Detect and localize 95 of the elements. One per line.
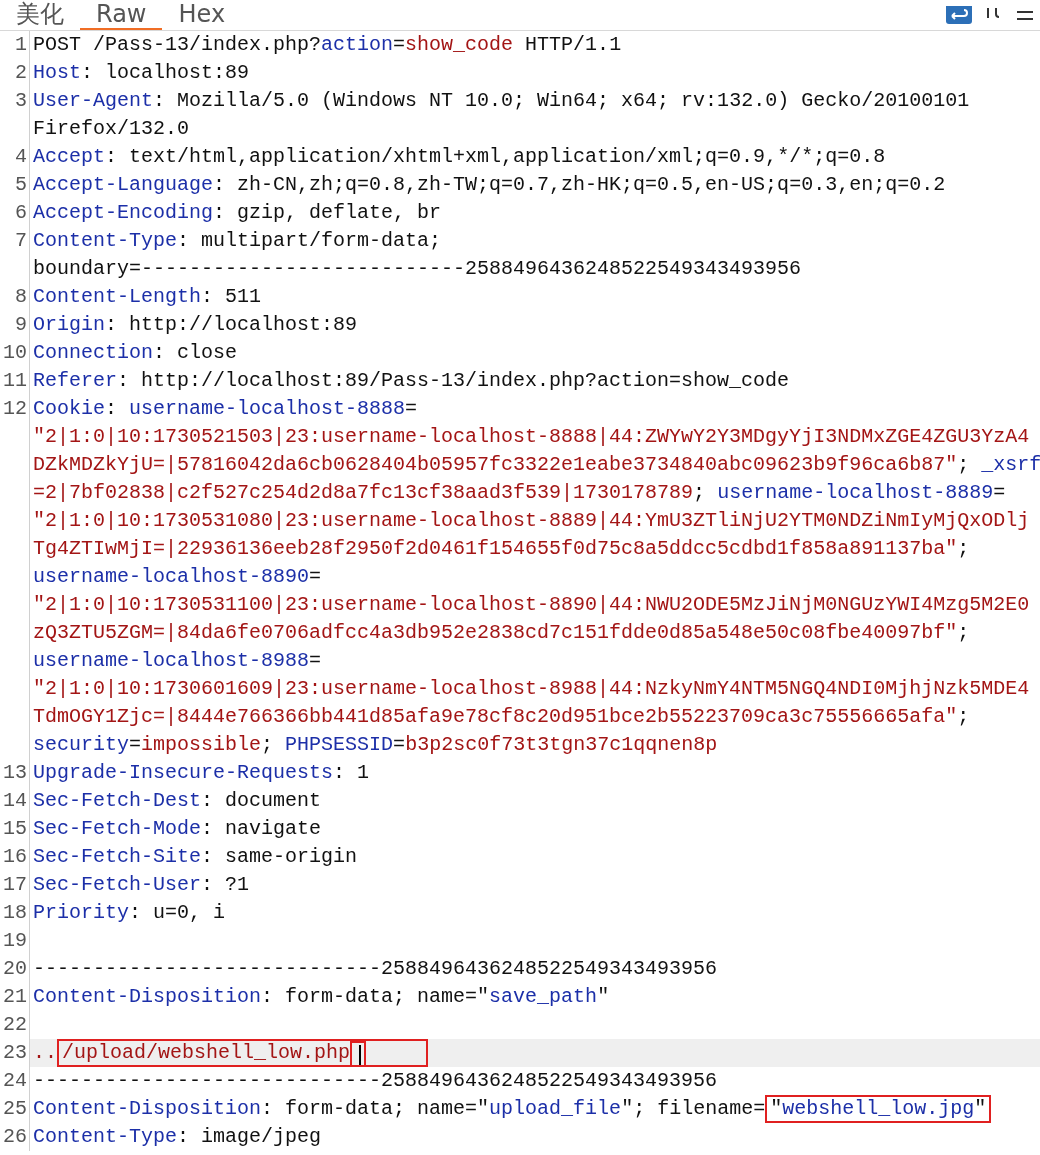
code-text: : 1 <box>333 761 370 784</box>
menu-icon[interactable] <box>1016 8 1034 22</box>
code-text: : Mozilla/5.0 (Windows NT 10.0; Win64; x64; rv:132.0) Gecko/20100101 <box>153 89 970 112</box>
code-text: ; <box>957 621 970 644</box>
code-keyword: Content-Type <box>33 1125 178 1148</box>
code-keyword: Content-Length <box>33 285 202 308</box>
code-text: = <box>129 733 142 756</box>
code-keyword: save_path <box>489 985 598 1008</box>
code-text: : document <box>201 789 322 812</box>
code-keyword: Content-Disposition <box>33 1097 262 1120</box>
code-text: " <box>597 985 610 1008</box>
code-keyword: Accept-Language <box>33 173 214 196</box>
code-keyword: Host <box>33 61 81 84</box>
code-text: ; <box>693 481 707 504</box>
code-value: show_code <box>405 33 514 56</box>
code-keyword: username-localhost-8888 <box>129 397 406 420</box>
code-text: : http://localhost:89/Pass-13/index.php?action=show_code <box>117 369 790 392</box>
code-keyword: Origin <box>33 313 105 336</box>
code-value: b3p2sc0f73t3tgn37c1qqnen8p <box>405 733 718 756</box>
code-value: zQ3ZTU5ZGM=|84da6fe0706adfcc4a3db952e2838cd7c151fdde0d85a548e50c08fbe40097bf" <box>33 621 958 644</box>
code-text: : text/html,application/xhtml+xml,application/xml;q=0.9,*/*;q=0.8 <box>105 145 886 168</box>
code-text: ; <box>261 733 275 756</box>
code-text: -----------------------------2588496436248522549343493956 <box>33 1069 718 1092</box>
view-tab[interactable]: Hex <box>162 0 242 30</box>
code-keyword: Sec-Fetch-Mode <box>33 817 202 840</box>
code-value: Tg4ZTIwMjI=|22936136eeb28f2950f2d0461f154655f0d75c8a5ddcc5cdbd1f858a891137ba" <box>33 537 958 560</box>
code-keyword: Accept-Encoding <box>33 201 214 224</box>
code-value: TdmOGY1Zjc=|8444e766366bb441d85afa9e78cf8c20d951bce2b55223709ca3c75556665afa" <box>33 705 958 728</box>
code-text: : gzip, deflate, br <box>213 201 442 224</box>
code-text: ; <box>957 705 970 728</box>
code-keyword: username-localhost-8988 <box>33 649 310 672</box>
code-keyword: Content-Type <box>33 229 178 252</box>
code-value: =2|7bf02838|c2f527c254d2d8a7fc13cf38aad3f539|1730178789 <box>33 481 694 504</box>
text-cursor <box>359 1044 362 1065</box>
code-keyword: username-localhost-8890 <box>33 565 310 588</box>
code-keyword: upload_file <box>489 1097 622 1120</box>
code-value: "2|1:0|10:1730531100|23:username-localhost-8890|44:NWU2ODE5MzJiNjM0NGUzYWI4Mzg5M2E0 <box>33 593 1030 616</box>
code-text: ; <box>957 537 970 560</box>
code-value: .. <box>33 1041 57 1064</box>
code-keyword: action <box>321 33 394 56</box>
code-keyword: Priority <box>33 901 129 924</box>
code-text: : same-origin <box>201 845 358 868</box>
code-text: ; <box>957 453 971 476</box>
code-keyword: Connection <box>33 341 154 364</box>
code-keyword: Referer <box>33 369 117 392</box>
code-text: = <box>309 565 322 588</box>
code-keyword: webshell_low.jpg <box>782 1097 975 1120</box>
code-keyword: username-localhost-8889 <box>717 481 994 504</box>
code-keyword: Sec-Fetch-Site <box>33 845 202 868</box>
code-value: /upload/webshell_low.php <box>62 1041 351 1064</box>
code-keyword: Sec-Fetch-Dest <box>33 789 202 812</box>
code-text: = <box>393 733 406 756</box>
code-text: = <box>993 481 1006 504</box>
code-keyword: Accept <box>33 145 105 168</box>
code-value: DZkMDZkYjU=|57816042da6cb0628404b05957fc3322e1eabe3734840abc09623b9f96ca6b87" <box>33 453 958 476</box>
code-text: : <box>105 397 119 420</box>
code-text: : multipart/form-data; <box>177 229 442 252</box>
code-text: = <box>393 33 406 56</box>
view-tab[interactable]: 美化 <box>0 0 80 30</box>
code-text: : http://localhost:89 <box>105 313 358 336</box>
code-value: "2|1:0|10:1730601609|23:username-localhost-8988|44:NzkyNmY4NTM5NGQ4NDI0MjhjNzk5MDE4 <box>33 677 1030 700</box>
code-text: : zh-CN,zh;q=0.8,zh-TW;q=0.7,zh-HK;q=0.5,en-US;q=0.3,en;q=0.2 <box>213 173 946 196</box>
code-value: "2|1:0|10:1730531080|23:username-localhost-8889|44:YmU3ZTliNjU2YTM0NDZiNmIyMjQxODlj <box>33 509 1030 532</box>
code-text: POST /Pass-13/index.php? <box>33 33 322 56</box>
code-keyword: User-Agent <box>33 89 154 112</box>
code-text: : navigate <box>201 817 322 840</box>
code-text: : form-data; name=" <box>261 985 490 1008</box>
code-text: : close <box>153 341 238 364</box>
code-keyword: Sec-Fetch-User <box>33 873 202 896</box>
code-text: " <box>770 1097 783 1120</box>
code-text: : image/jpeg <box>177 1125 322 1148</box>
code-value: impossible <box>141 733 262 756</box>
code-keyword: PHPSESSID <box>285 733 394 756</box>
code-keyword: _xsrf <box>981 453 1040 476</box>
wrap-toggle-icon[interactable] <box>946 6 972 24</box>
code-text: : ?1 <box>201 873 250 896</box>
code-text: Firefox/132.0 <box>33 117 190 140</box>
code-keyword: security <box>33 733 129 756</box>
line-number: 23 <box>0 1039 30 1067</box>
code-text: boundary=---------------------------2588496436248522549343493956 <box>33 257 802 280</box>
code-keyword: Cookie <box>33 397 105 420</box>
code-text: : form-data; name=" <box>261 1097 490 1120</box>
code-text: "; filename= <box>621 1097 766 1120</box>
code-text: : 511 <box>201 285 262 308</box>
code-value: "2|1:0|10:1730521503|23:username-localhost-8888|44:ZWYwY2Y3MDgyYjI3NDMxZGE4ZGU3YzA4 <box>33 425 1030 448</box>
code-keyword: Upgrade-Insecure-Requests <box>33 761 334 784</box>
code-keyword: Content-Disposition <box>33 985 262 1008</box>
view-tab[interactable]: Raw <box>80 0 163 30</box>
code-text: = <box>309 649 322 672</box>
code-text: -----------------------------2588496436248522549343493956 <box>33 957 718 980</box>
code-text: HTTP/1.1 <box>524 33 622 56</box>
code-text: : u=0, i <box>129 901 226 924</box>
code-text: " <box>974 1097 987 1120</box>
code-text: : localhost:89 <box>81 61 250 84</box>
code-text: = <box>405 397 418 420</box>
